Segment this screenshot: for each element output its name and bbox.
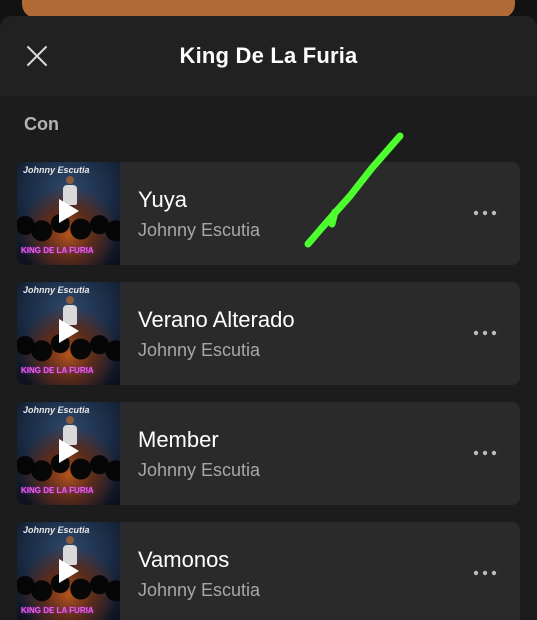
song-artist: Johnny Escutia — [138, 579, 261, 600]
album-art-artist-lettering: Johnny Escutia — [23, 165, 90, 175]
more-options-icon — [473, 330, 497, 336]
album-art-artist-lettering: Johnny Escutia — [23, 405, 90, 415]
song-artist: Johnny Escutia — [138, 459, 261, 480]
more-options-icon — [473, 210, 497, 216]
album-art-thumbnail[interactable]: Johnny Escutia KING DE LA FURIA — [17, 162, 120, 265]
song-meta: Vamonos Johnny Escutia — [138, 547, 520, 601]
album-art-artist-lettering: Johnny Escutia — [23, 285, 90, 295]
more-options-button[interactable] — [470, 322, 500, 344]
album-art-title-lettering: KING DE LA FURIA — [21, 366, 94, 375]
song-row[interactable]: Johnny Escutia KING DE LA FURIA Member J… — [17, 402, 520, 505]
play-icon[interactable] — [59, 439, 79, 463]
album-art-title-lettering: KING DE LA FURIA — [21, 606, 94, 615]
app-screen: King De La Furia Con Johnny Escutia KING… — [0, 0, 537, 620]
more-options-icon — [473, 570, 497, 576]
play-icon[interactable] — [59, 199, 79, 223]
play-icon[interactable] — [59, 319, 79, 343]
song-artist: Johnny Escutia — [138, 339, 261, 360]
page-title: King De La Furia — [179, 43, 358, 68]
song-title: Vamonos — [138, 546, 230, 572]
more-options-button[interactable] — [470, 202, 500, 224]
album-art-thumbnail[interactable]: Johnny Escutia KING DE LA FURIA — [17, 282, 120, 385]
album-art-thumbnail[interactable]: Johnny Escutia KING DE LA FURIA — [17, 522, 120, 620]
song-list: Johnny Escutia KING DE LA FURIA Yuya Joh… — [17, 162, 520, 620]
song-title: Verano Alterado — [138, 306, 295, 332]
song-row[interactable]: Johnny Escutia KING DE LA FURIA Verano A… — [17, 282, 520, 385]
song-meta: Member Johnny Escutia — [138, 427, 520, 481]
more-options-icon — [473, 450, 497, 456]
song-title: Yuya — [138, 186, 187, 212]
more-options-button[interactable] — [470, 562, 500, 584]
sheet-header: King De La Furia — [0, 16, 537, 96]
close-icon — [27, 46, 47, 66]
song-meta: Verano Alterado Johnny Escutia — [138, 307, 520, 361]
close-button[interactable] — [20, 38, 54, 74]
play-icon[interactable] — [59, 559, 79, 583]
song-row[interactable]: Johnny Escutia KING DE LA FURIA Vamonos … — [17, 522, 520, 620]
album-art-thumbnail[interactable]: Johnny Escutia KING DE LA FURIA — [17, 402, 120, 505]
song-meta: Yuya Johnny Escutia — [138, 187, 520, 241]
section-label: Con — [24, 114, 59, 134]
song-title: Member — [138, 426, 219, 452]
more-options-button[interactable] — [470, 442, 500, 464]
album-art-title-lettering: KING DE LA FURIA — [21, 246, 94, 255]
album-art-artist-lettering: Johnny Escutia — [23, 525, 90, 535]
song-artist: Johnny Escutia — [138, 219, 261, 240]
album-art-title-lettering: KING DE LA FURIA — [21, 486, 94, 495]
song-row[interactable]: Johnny Escutia KING DE LA FURIA Yuya Joh… — [17, 162, 520, 265]
